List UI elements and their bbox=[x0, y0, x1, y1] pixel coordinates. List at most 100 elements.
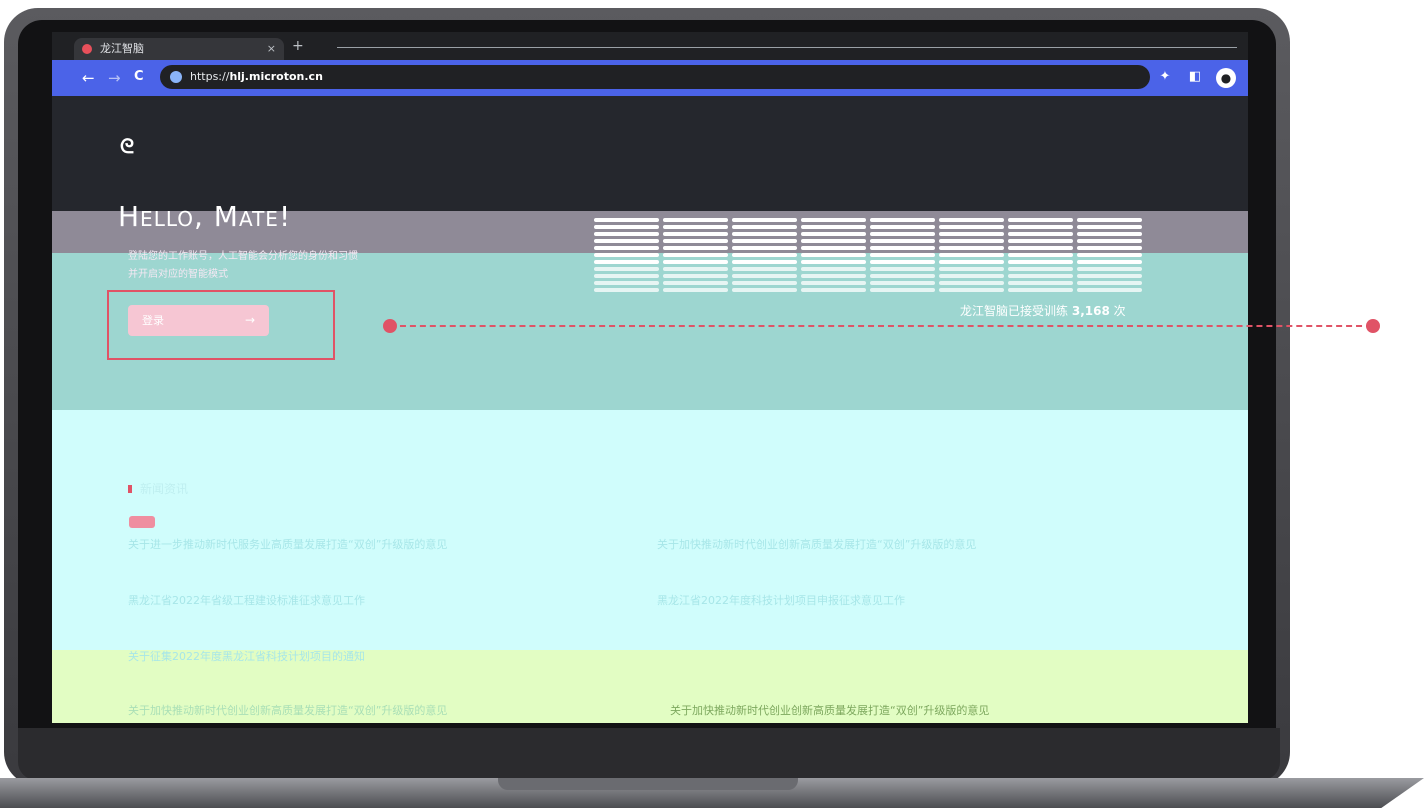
training-visual-bar bbox=[1077, 246, 1142, 250]
login-button[interactable]: 登录 → bbox=[128, 305, 269, 336]
training-visual-bar bbox=[663, 260, 728, 264]
training-visual-bar bbox=[801, 274, 866, 278]
training-visual-bar bbox=[594, 246, 659, 250]
training-visual-bar bbox=[870, 232, 935, 236]
training-visual-bar bbox=[801, 246, 866, 250]
training-visual-bar bbox=[594, 274, 659, 278]
browser-toolbar: ← → C https://hlj.microton.cn ✦ ◧ ● bbox=[52, 60, 1248, 96]
news-item[interactable]: 黑龙江省2022年省级工程建设标准征求意见工作 bbox=[128, 592, 365, 608]
training-visual-bar bbox=[939, 239, 1004, 243]
browser-tab[interactable]: 龙江智脑 × bbox=[74, 38, 284, 60]
training-visual-bar bbox=[939, 274, 1004, 278]
news-section bbox=[52, 410, 1248, 650]
training-visual-bar bbox=[594, 260, 659, 264]
forward-button[interactable]: → bbox=[108, 69, 121, 87]
training-visual-bar bbox=[732, 218, 797, 222]
training-visual-bar bbox=[1077, 225, 1142, 229]
reload-button[interactable]: C bbox=[134, 69, 144, 84]
training-visual-column bbox=[594, 218, 659, 296]
training-visual-bar bbox=[870, 267, 935, 271]
training-visual-column bbox=[870, 218, 935, 296]
arrow-right-icon: → bbox=[244, 313, 255, 327]
annotation-dashed-line bbox=[390, 325, 1372, 327]
training-visual-column bbox=[801, 218, 866, 296]
login-button-label: 登录 bbox=[142, 314, 164, 327]
training-visual-bar bbox=[939, 218, 1004, 222]
annotation-end-dot bbox=[1366, 319, 1380, 333]
training-visual-bar bbox=[939, 267, 1004, 271]
url-host: hlj.microton.cn bbox=[229, 70, 323, 83]
training-visual-bar bbox=[663, 274, 728, 278]
training-visual-bar bbox=[1008, 260, 1073, 264]
training-visual-bar bbox=[594, 267, 659, 271]
training-visual-bar bbox=[663, 225, 728, 229]
laptop-mockup: 龙江智脑 × + ← → C https://hlj.microton.cn ✦… bbox=[0, 0, 1424, 808]
training-visual-column bbox=[1008, 218, 1073, 296]
training-visual-bar bbox=[870, 288, 935, 292]
training-visual-bar bbox=[939, 225, 1004, 229]
training-visual-bar bbox=[594, 281, 659, 285]
training-visual-bar bbox=[594, 218, 659, 222]
training-visual-bar bbox=[1077, 267, 1142, 271]
training-visual-bar bbox=[1008, 239, 1073, 243]
tab-strip: 龙江智脑 × + bbox=[52, 32, 1248, 60]
training-visual-bar bbox=[801, 281, 866, 285]
training-visual-bar bbox=[1008, 281, 1073, 285]
training-visual-column bbox=[663, 218, 728, 296]
news-item[interactable]: 关于进一步推动新时代服务业高质量发展打造“双创”升级版的意见 bbox=[128, 536, 447, 552]
training-visual-bar bbox=[870, 239, 935, 243]
news-item[interactable]: 关于加快推动新时代创业创新高质量发展打造“双创”升级版的意见 bbox=[670, 702, 989, 718]
address-bar[interactable]: https://hlj.microton.cn bbox=[160, 65, 1150, 89]
extensions-icon[interactable]: ✦ bbox=[1156, 68, 1174, 86]
training-visual-bar bbox=[732, 232, 797, 236]
news-tag-badge bbox=[129, 516, 155, 528]
training-visual-bar bbox=[939, 288, 1004, 292]
training-visual-bar bbox=[732, 246, 797, 250]
description-line-1: 登陆您的工作账号，人工智能会分析您的身份和习惯 bbox=[128, 251, 358, 262]
training-visual-bar bbox=[870, 260, 935, 264]
training-visual bbox=[594, 218, 1144, 296]
training-visual-bar bbox=[1008, 246, 1073, 250]
training-visual-bar bbox=[1008, 267, 1073, 271]
back-button[interactable]: ← bbox=[82, 69, 95, 87]
training-visual-bar bbox=[870, 218, 935, 222]
new-tab-button[interactable]: + bbox=[292, 38, 304, 54]
news-item[interactable]: 关于加快推动新时代创业创新高质量发展打造“双创”升级版的意见 bbox=[128, 702, 447, 718]
training-visual-column bbox=[1077, 218, 1142, 296]
training-visual-bar bbox=[732, 225, 797, 229]
training-visual-bar bbox=[801, 253, 866, 257]
training-visual-bar bbox=[663, 239, 728, 243]
training-visual-bar bbox=[939, 246, 1004, 250]
training-visual-bar bbox=[663, 218, 728, 222]
close-tab-icon[interactable]: × bbox=[267, 38, 276, 60]
tab-strip-divider bbox=[337, 47, 1237, 48]
news-item[interactable]: 黑龙江省2022年度科技计划项目申报征求意见工作 bbox=[657, 592, 905, 608]
training-visual-bar bbox=[870, 253, 935, 257]
training-visual-bar bbox=[1077, 218, 1142, 222]
site-info-icon[interactable] bbox=[170, 71, 182, 83]
greeting-heading: Hello, Mate! bbox=[118, 200, 292, 233]
site-logo[interactable]: ᘓ bbox=[120, 134, 142, 158]
training-visual-bar bbox=[801, 239, 866, 243]
news-item[interactable]: 关于加快推动新时代创业创新高质量发展打造“双创”升级版的意见 bbox=[657, 536, 976, 552]
news-item[interactable]: 关于征集2022年度黑龙江省科技计划项目的通知 bbox=[128, 648, 365, 664]
training-visual-column bbox=[939, 218, 1004, 296]
training-visual-bar bbox=[870, 281, 935, 285]
training-visual-bar bbox=[1077, 239, 1142, 243]
sidebar-icon[interactable]: ◧ bbox=[1186, 68, 1204, 86]
training-visual-bar bbox=[801, 288, 866, 292]
training-visual-bar bbox=[1008, 232, 1073, 236]
training-visual-bar bbox=[594, 232, 659, 236]
training-visual-bar bbox=[594, 239, 659, 243]
training-visual-bar bbox=[801, 267, 866, 271]
web-page: ᘓ Hello, Mate! 登陆您的工作账号，人工智能会分析您的身份和习惯 并… bbox=[52, 96, 1248, 723]
toolbar-actions: ✦ ◧ ● bbox=[1156, 68, 1236, 88]
training-visual-bar bbox=[939, 281, 1004, 285]
training-visual-bar bbox=[939, 232, 1004, 236]
training-visual-bar bbox=[594, 225, 659, 229]
news-heading-marker bbox=[128, 485, 132, 493]
profile-icon[interactable]: ● bbox=[1216, 68, 1236, 88]
training-visual-bar bbox=[1008, 274, 1073, 278]
training-visual-bar bbox=[732, 274, 797, 278]
training-visual-bar bbox=[1077, 253, 1142, 257]
